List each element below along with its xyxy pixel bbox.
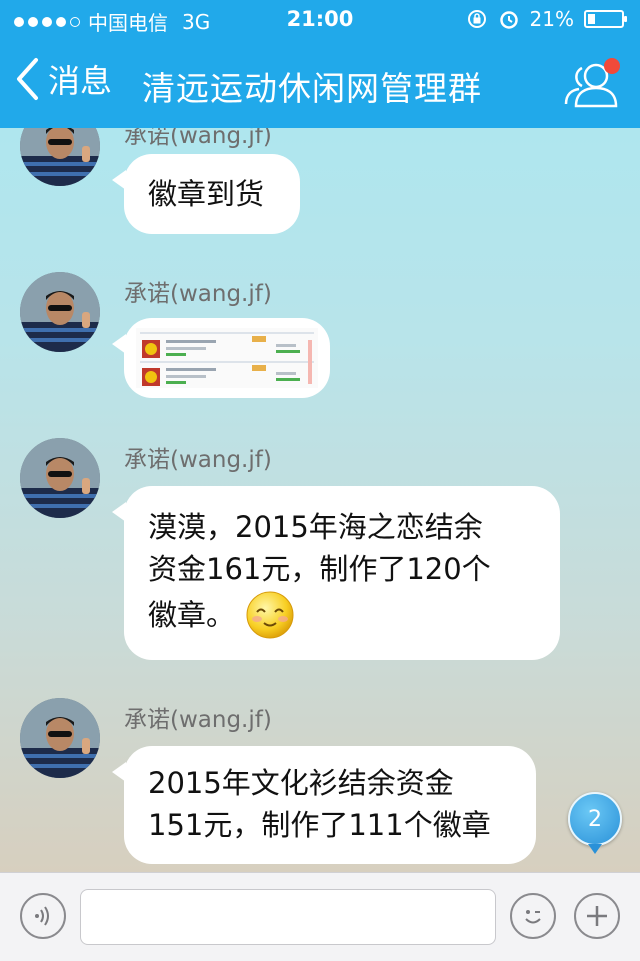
battery-percent: 21% — [529, 7, 574, 31]
message-text: 徽章到货 — [148, 177, 265, 211]
chat-title: 清远运动休闲网管理群 — [142, 69, 482, 108]
back-label: 消息 — [48, 62, 113, 100]
avatar[interactable] — [20, 272, 100, 352]
sender-name: 承诺(wang.jf) — [124, 447, 272, 473]
input-bar — [0, 872, 640, 961]
notification-dot — [604, 58, 620, 74]
shared-image-thumbnail[interactable] — [136, 328, 318, 388]
avatar[interactable] — [20, 438, 100, 518]
header: 中国电信 3G 21:00 21% 消息 清远运动休闲网管理群 — [0, 0, 640, 128]
message-bubble[interactable]: 漠漠，2015年海之恋结余 资金161元，制作了120个 徽章。 — [112, 486, 560, 660]
image-message-bubble[interactable] — [112, 318, 330, 398]
message-line: 2015年文化衫结余资金 — [148, 766, 454, 800]
message-line: 徽章。 — [148, 598, 236, 632]
avatar-photo — [20, 438, 100, 518]
message-bubble[interactable]: 徽章到货 — [112, 154, 300, 234]
back-button[interactable]: 消息 — [14, 56, 112, 102]
message-line: 资金161元，制作了120个 — [148, 552, 491, 586]
message-bubble[interactable]: 2015年文化衫结余资金 151元，制作了111个徽章 — [112, 746, 536, 864]
battery-icon — [584, 10, 627, 28]
avatar-photo — [20, 128, 100, 186]
voice-button[interactable] — [20, 893, 66, 939]
message-line: 151元，制作了111个徽章 — [148, 808, 491, 842]
voice-icon — [35, 906, 49, 926]
unread-count-badge[interactable]: 2 — [568, 792, 622, 854]
avatar-photo — [20, 698, 100, 778]
sender-name: 承诺(wang.jf) — [124, 128, 272, 149]
smile-emoji-icon — [246, 591, 294, 639]
avatar[interactable] — [20, 128, 100, 186]
message-input[interactable] — [80, 889, 496, 945]
emoji-button[interactable] — [510, 893, 556, 939]
message-line: 漠漠，2015年海之恋结余 — [148, 510, 483, 544]
sender-name: 承诺(wang.jf) — [124, 281, 272, 307]
avatar[interactable] — [20, 698, 100, 778]
chevron-left-icon — [17, 58, 38, 100]
alarm-icon — [499, 11, 518, 29]
avatar-photo — [20, 272, 100, 352]
rotation-lock-icon — [467, 10, 486, 28]
more-button[interactable] — [574, 893, 620, 939]
plus-icon — [587, 906, 607, 926]
sender-name: 承诺(wang.jf) — [124, 707, 272, 733]
status-bar: 中国电信 3G 21:00 21% — [0, 0, 640, 40]
group-members-button[interactable] — [562, 58, 622, 112]
navigation-bar: 消息 清远运动休闲网管理群 — [0, 40, 640, 128]
emoji-icon — [525, 910, 541, 924]
message-list[interactable]: 承诺(wang.jf) 徽章到货 承诺(wang.jf) 承诺(wang.jf)… — [0, 128, 640, 872]
